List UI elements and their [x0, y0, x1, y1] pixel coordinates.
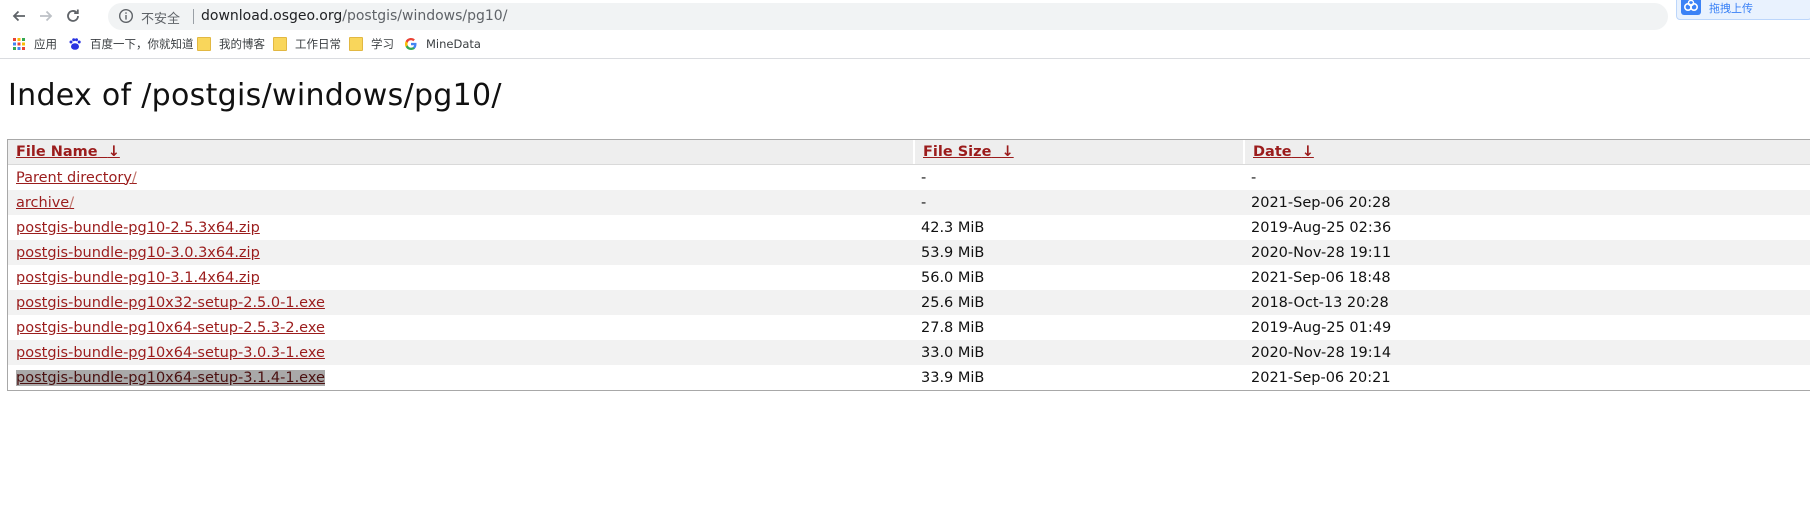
reload-icon	[67, 9, 79, 22]
file-date: 2021-Sep-06 20:21	[1251, 369, 1391, 386]
extension-label: 拖拽上传	[1709, 2, 1753, 15]
file-listing-table: File Name ↓ File Size ↓ Date ↓ Parent di…	[7, 139, 1810, 391]
header-label: File Name	[16, 144, 98, 160]
file-size: 27.8 MiB	[921, 319, 985, 336]
file-date: 2021-Sep-06 20:28	[1251, 194, 1391, 211]
bookmark-label: 学习	[371, 37, 394, 51]
file-date: 2021-Sep-06 18:48	[1251, 269, 1391, 286]
table-row: postgis-bundle-pg10x64-setup-3.0.3-1.exe…	[8, 340, 1810, 365]
bookmark-minedata[interactable]: MineData	[404, 35, 481, 53]
dir-slash: /	[131, 169, 137, 186]
column-header-name: File Name ↓	[16, 140, 120, 164]
table-row: postgis-bundle-pg10-2.5.3x64.zip 42.3 Mi…	[8, 215, 1810, 240]
file-name: postgis-bundle-pg10-2.5.3x64.zip	[16, 219, 260, 236]
cloud-icon	[1681, 0, 1701, 15]
file-date: 2019-Aug-25 01:49	[1251, 319, 1392, 336]
bookmark-label: MineData	[426, 37, 481, 51]
bookmark-label: 我的博客	[219, 37, 265, 51]
table-row: archive/ - 2021-Sep-06 20:28	[8, 190, 1810, 215]
file-name: Parent directory	[16, 169, 132, 186]
file-date: 2018-Oct-13 20:28	[1251, 294, 1389, 311]
file-size: -	[921, 169, 927, 186]
table-row: postgis-bundle-pg10-3.0.3x64.zip 53.9 Mi…	[8, 240, 1810, 265]
header-label: Date	[1253, 144, 1292, 160]
url-text[interactable]: download.osgeo.org/postgis/windows/pg10/	[201, 8, 507, 24]
upload-extension-button[interactable]: 拖拽上传	[1676, 0, 1810, 20]
file-size: 25.6 MiB	[921, 294, 985, 311]
folder-icon	[273, 37, 287, 51]
browser-toolbar: 不安全 download.osgeo.org/postgis/windows/p…	[0, 0, 1810, 30]
sort-by-date-link[interactable]: Date ↓	[1253, 144, 1314, 160]
file-date: -	[1251, 169, 1257, 186]
arrow-left-icon	[12, 10, 25, 22]
page-title: Index of /postgis/windows/pg10/	[8, 78, 502, 113]
bookmark-label: 应用	[34, 37, 57, 51]
arrow-right-icon	[40, 10, 53, 22]
file-link[interactable]: Parent directory/	[16, 170, 137, 186]
table-row: postgis-bundle-pg10x64-setup-2.5.3-2.exe…	[8, 315, 1810, 340]
file-size: 42.3 MiB	[921, 219, 985, 236]
file-size: 56.0 MiB	[921, 269, 985, 286]
table-header-row: File Name ↓ File Size ↓ Date ↓	[8, 140, 1810, 165]
file-name: postgis-bundle-pg10x64-setup-3.0.3-1.exe	[16, 344, 325, 361]
file-name: postgis-bundle-pg10x64-setup-3.1.4-1.exe	[16, 369, 325, 386]
file-name: postgis-bundle-pg10x64-setup-2.5.3-2.exe	[16, 319, 325, 336]
file-link[interactable]: postgis-bundle-pg10x32-setup-2.5.0-1.exe	[16, 295, 325, 311]
file-link[interactable]: postgis-bundle-pg10-3.0.3x64.zip	[16, 245, 260, 261]
bookmark-label: 百度一下，你就知道	[90, 37, 194, 51]
security-label[interactable]: 不安全	[141, 8, 180, 27]
file-size: -	[921, 194, 927, 211]
file-link[interactable]: postgis-bundle-pg10-2.5.3x64.zip	[16, 220, 260, 236]
file-size: 53.9 MiB	[921, 244, 985, 261]
sort-arrow-icon: ↓	[1301, 144, 1314, 160]
column-header-date: Date ↓	[1243, 140, 1314, 164]
header-label: File Size	[923, 144, 992, 160]
file-date: 2020-Nov-28 19:14	[1251, 344, 1392, 361]
table-row: postgis-bundle-pg10x32-setup-2.5.0-1.exe…	[8, 290, 1810, 315]
folder-icon	[197, 37, 211, 51]
google-g-icon	[405, 38, 417, 50]
back-button[interactable]	[10, 7, 28, 25]
bookmarks-bar: 应用 百度一下，你就知道 我的博客 工作日常 学习 MineData	[0, 30, 1810, 59]
bookmark-label: 工作日常	[295, 37, 341, 51]
file-name: postgis-bundle-pg10-3.1.4x64.zip	[16, 269, 260, 286]
column-header-size: File Size ↓	[913, 140, 1014, 164]
file-date: 2020-Nov-28 19:11	[1251, 244, 1392, 261]
sort-by-name-link[interactable]: File Name ↓	[16, 144, 120, 160]
file-name: archive	[16, 194, 70, 211]
file-name: postgis-bundle-pg10-3.0.3x64.zip	[16, 244, 260, 261]
bookmark-folder-study[interactable]: 学习	[349, 35, 394, 53]
file-size: 33.9 MiB	[921, 369, 985, 386]
url-path: /postgis/windows/pg10/	[342, 8, 508, 24]
url-host: download.osgeo.org	[201, 8, 343, 24]
table-row: Parent directory/ - -	[8, 165, 1810, 190]
forward-button[interactable]	[37, 7, 55, 25]
baidu-paw-icon	[69, 38, 81, 50]
reload-button[interactable]	[64, 7, 82, 25]
folder-icon	[349, 37, 363, 51]
file-name: postgis-bundle-pg10x32-setup-2.5.0-1.exe	[16, 294, 325, 311]
file-link-selected[interactable]: postgis-bundle-pg10x64-setup-3.1.4-1.exe	[16, 369, 325, 386]
sort-by-size-link[interactable]: File Size ↓	[923, 144, 1014, 160]
divider	[193, 9, 194, 24]
table-row: postgis-bundle-pg10x64-setup-3.1.4-1.exe…	[8, 365, 1810, 390]
bookmark-baidu[interactable]: 百度一下，你就知道	[68, 35, 194, 53]
apps-grid-icon	[13, 38, 25, 50]
file-date: 2019-Aug-25 02:36	[1251, 219, 1392, 236]
bookmark-folder-work[interactable]: 工作日常	[273, 35, 341, 53]
table-row: postgis-bundle-pg10-3.1.4x64.zip 56.0 Mi…	[8, 265, 1810, 290]
sort-arrow-icon: ↓	[107, 144, 120, 160]
bookmark-apps[interactable]: 应用	[12, 35, 57, 53]
file-link[interactable]: postgis-bundle-pg10-3.1.4x64.zip	[16, 270, 260, 286]
address-bar[interactable]: 不安全 download.osgeo.org/postgis/windows/p…	[108, 3, 1668, 30]
file-link[interactable]: archive/	[16, 195, 74, 211]
info-icon[interactable]	[118, 8, 134, 24]
sort-arrow-icon: ↓	[1001, 144, 1014, 160]
file-size: 33.0 MiB	[921, 344, 985, 361]
dir-slash: /	[69, 194, 75, 211]
file-link[interactable]: postgis-bundle-pg10x64-setup-3.0.3-1.exe	[16, 345, 325, 361]
bookmark-folder-blog[interactable]: 我的博客	[197, 35, 265, 53]
file-link[interactable]: postgis-bundle-pg10x64-setup-2.5.3-2.exe	[16, 320, 325, 336]
